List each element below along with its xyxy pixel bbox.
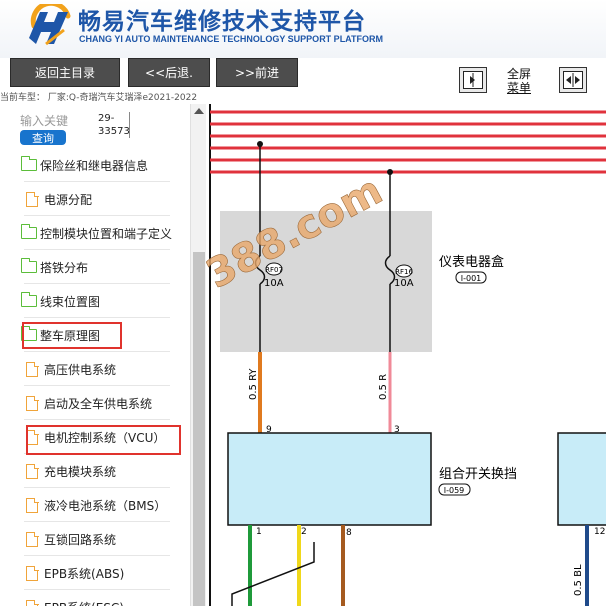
document-icon — [26, 497, 39, 513]
scroll-up-arrow-icon[interactable] — [194, 108, 204, 114]
platform-title: 畅易汽车维修技术支持平台 — [78, 9, 366, 35]
sidebar-scrollbar[interactable] — [190, 104, 206, 606]
tree-doc-item[interactable]: 液冷电池系统（BMS） — [0, 488, 190, 522]
pin-number: 1 — [256, 527, 262, 537]
tree-folder-item[interactable]: 搭铁分布 — [0, 250, 190, 284]
part-number: 29-33573 — [98, 112, 130, 138]
wire-label: 0.5 RY — [248, 368, 259, 400]
fullscreen-icon — [563, 71, 583, 89]
document-icon — [26, 463, 39, 479]
forward-button[interactable]: >>前进 — [216, 58, 298, 87]
fuse-rating: 10A — [394, 278, 414, 289]
document-icon — [26, 599, 39, 606]
pin-number: 8 — [346, 528, 352, 538]
combination-switch-module[interactable] — [227, 432, 432, 526]
splice-dot — [257, 141, 263, 147]
folder-icon — [20, 292, 37, 307]
tree-folder-item[interactable]: 控制模块位置和端子定义 — [0, 216, 190, 250]
tree-doc-item[interactable]: EPB系统(ESC) — [0, 590, 190, 606]
document-icon — [26, 531, 39, 547]
tree-doc-item[interactable]: 电机控制系统（VCU） — [0, 420, 190, 455]
sidebar: 查询 29-33573 保险丝和继电器信息电源分配控制模块位置和端子定义搭铁分布… — [0, 104, 206, 606]
fuse-box-label: 仪表电器盒 — [439, 254, 504, 270]
tree-item-label: 保险丝和继电器信息 — [40, 159, 149, 173]
tree-doc-item[interactable]: 启动及全车供电系统 — [0, 386, 190, 420]
back-button[interactable]: <<后退. — [128, 58, 210, 87]
tree-doc-item[interactable]: EPB系统(ABS) — [0, 556, 190, 590]
tree-item-label: 控制模块位置和端子定义 — [40, 227, 173, 241]
folder-icon — [20, 258, 37, 273]
tree-item-label: 线束位置图 — [40, 295, 101, 309]
toolbar: 返回主目录 <<后退. >>前进 全屏 菜单 — [0, 58, 606, 95]
search-area: 查询 29-33573 — [0, 104, 190, 152]
tree-item-label: 电源分配 — [44, 193, 93, 207]
scroll-thumb[interactable] — [193, 252, 205, 606]
document-icon — [26, 395, 39, 411]
current-model-info: 当前车型： 厂家:Q-奇瑞汽车艾瑞泽e2021-2022 — [0, 93, 198, 103]
wire-label: 0.5 BL — [573, 564, 584, 596]
cy-logo-icon — [29, 4, 71, 46]
app-header: 畅易汽车维修技术支持平台 CHANG YI AUTO MAINTENANCE T… — [0, 0, 606, 58]
highlight-box — [22, 322, 122, 349]
fuse-rating: 10A — [264, 278, 284, 289]
tree-folder-item[interactable]: 整车原理图 — [0, 318, 190, 352]
tree-item-label: 搭铁分布 — [40, 261, 89, 275]
folder-icon — [20, 156, 37, 171]
tree-doc-item[interactable]: 电源分配 — [0, 182, 190, 216]
fuse-box-code: I-001 — [461, 274, 482, 283]
pin-number: 2 — [301, 527, 307, 537]
right-module[interactable] — [557, 432, 606, 526]
fullscreen-button[interactable] — [559, 67, 587, 93]
switch-code: I-059 — [444, 486, 465, 495]
tree-doc-item[interactable]: 高压供电系统 — [0, 352, 190, 386]
platform-subtitle: CHANG YI AUTO MAINTENANCE TECHNOLOGY SUP… — [79, 34, 384, 44]
power-bus-lines — [210, 110, 606, 174]
tree-item-label: 互锁回路系统 — [44, 533, 117, 547]
tree-folder-item[interactable]: 保险丝和继电器信息 — [0, 148, 190, 182]
tree-item-label: EPB系统(ESC) — [44, 599, 124, 606]
highlight-box — [26, 425, 181, 455]
splice-dot — [387, 169, 393, 175]
wire-black — [231, 542, 315, 606]
switch-label: 组合开关换挡 — [439, 467, 517, 482]
home-button[interactable]: 返回主目录 — [10, 58, 120, 87]
document-icon — [26, 191, 39, 207]
collapse-menu-button[interactable] — [459, 67, 487, 93]
search-input[interactable] — [20, 112, 78, 130]
pin-number: 12 — [594, 527, 605, 537]
search-button[interactable]: 查询 — [20, 130, 66, 145]
tree-doc-item[interactable]: 充电模块系统 — [0, 454, 190, 488]
wiring-diagram[interactable]: RF07 10A RF16 10A 仪表电器盒 I-001 0.5 RY 0.5… — [206, 104, 606, 606]
wire-label: 0.5 R — [378, 374, 389, 400]
tree-doc-item[interactable]: 互锁回路系统 — [0, 522, 190, 556]
tree-item-label: EPB系统(ABS) — [44, 567, 125, 581]
fullscreen-menu-label[interactable]: 全屏 菜单 — [504, 67, 534, 95]
fuse-id: RF16 — [395, 268, 413, 276]
document-icon — [26, 361, 39, 377]
tree-item-label: 充电模块系统 — [44, 465, 117, 479]
document-icon — [26, 565, 39, 581]
tree-item-label: 液冷电池系统（BMS） — [44, 499, 167, 513]
tree-item-label: 高压供电系统 — [44, 363, 117, 377]
tree-item-label: 启动及全车供电系统 — [44, 397, 153, 411]
folder-icon — [20, 224, 37, 239]
tree-folder-item[interactable]: 线束位置图 — [0, 284, 190, 318]
wiring-diagram-canvas: RF07 10A RF16 10A 仪表电器盒 I-001 0.5 RY 0.5… — [206, 104, 606, 606]
collapse-icon — [463, 71, 483, 89]
